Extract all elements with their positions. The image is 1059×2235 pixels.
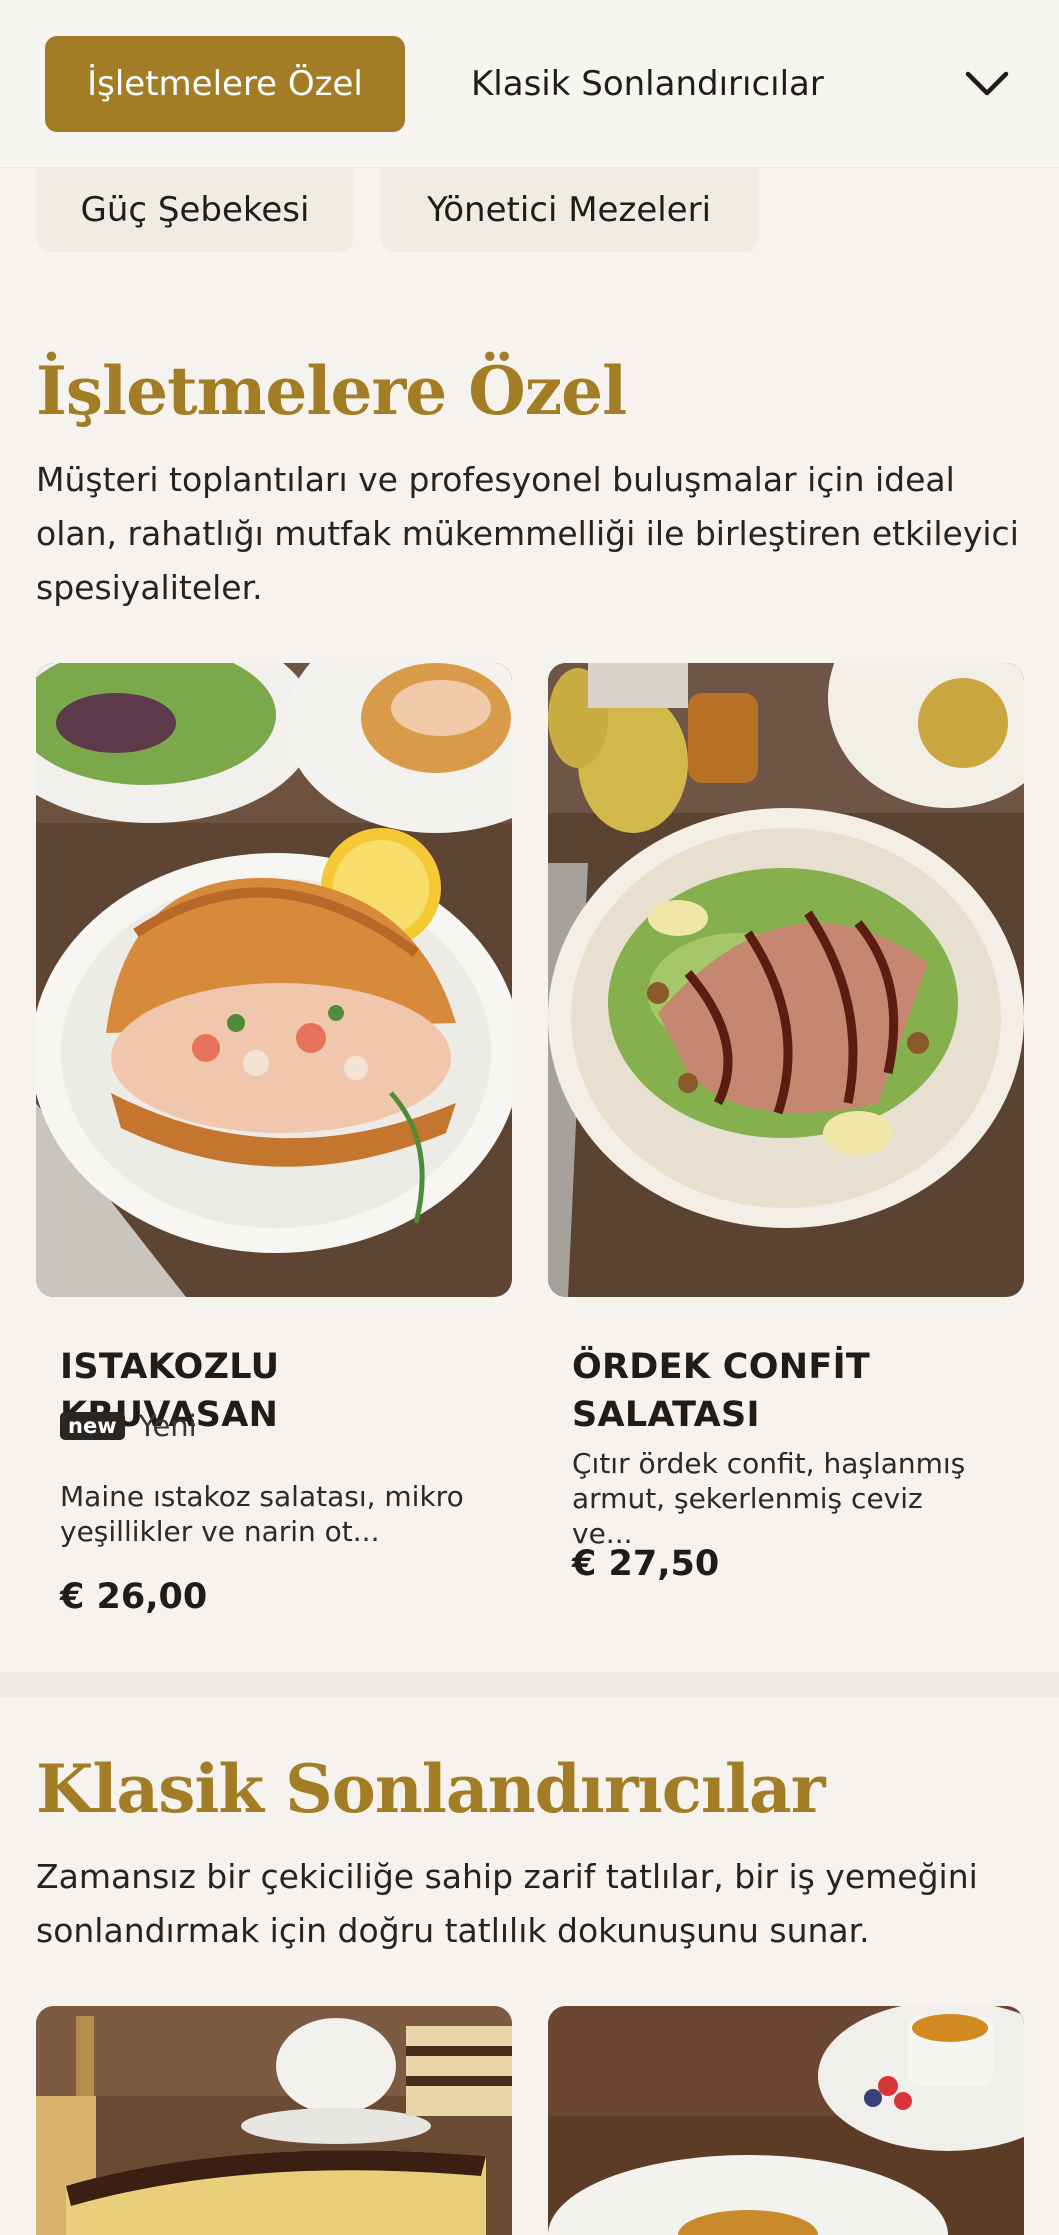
new-badge-row: new Yeni	[60, 1409, 197, 1443]
new-badge-label: Yeni	[138, 1409, 197, 1443]
duck-confit-salad-image[interactable]	[548, 663, 1024, 1297]
creme-brulee-image[interactable]	[548, 2006, 1024, 2235]
product-name[interactable]: ÖRDEK CONFİT SALATASI	[572, 1343, 992, 1439]
category-nav: İşletmelere Özel Klasik Sonlandırıcılar	[0, 0, 1059, 168]
section-description: Zamansız bir çekiciliğe sahip zarif tatl…	[36, 1857, 978, 1950]
category-chip-yonetici-mezeleri[interactable]: Yönetici Mezeleri	[380, 168, 758, 252]
product-description: Çıtır ördek confit, haşlanmış armut, şek…	[572, 1447, 966, 1550]
tab-klasik-sonlandiricilar[interactable]: Klasik Sonlandırıcılar	[471, 36, 824, 132]
section-title-klasik-sonlandiricilar: Klasik Sonlandırıcılar	[36, 1750, 826, 1828]
chevron-down-icon[interactable]	[962, 62, 1012, 106]
product-price: € 26,00	[60, 1577, 208, 1617]
section-title-isletmelere-ozel: İşletmelere Özel	[36, 352, 627, 430]
new-badge: new	[60, 1412, 125, 1440]
tab-isletmelere-ozel[interactable]: İşletmelere Özel	[45, 36, 405, 132]
product-price: € 27,50	[572, 1544, 720, 1584]
section-description: Müşteri toplantıları ve profesyonel bulu…	[36, 460, 1019, 607]
category-chip-guc-sebekesi[interactable]: Güç Şebekesi	[36, 168, 354, 252]
layer-cake-image[interactable]	[36, 2006, 512, 2235]
lobster-croissant-image[interactable]	[36, 663, 512, 1297]
section-divider	[0, 1672, 1059, 1697]
product-description: Maine ıstakoz salatası, mikro yeşillikle…	[60, 1480, 464, 1548]
